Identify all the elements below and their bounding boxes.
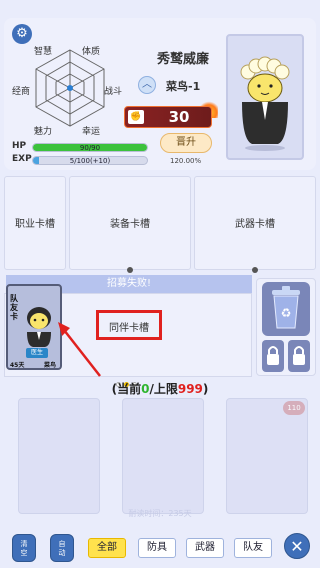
card-count-line: (当前0/上限999) bbox=[0, 380, 320, 397]
weapon-card-slot-label: 武器卡槽 bbox=[235, 219, 275, 230]
job-card-slot[interactable]: 职业卡槽 bbox=[4, 176, 66, 270]
slot-indicator-dot bbox=[127, 267, 133, 273]
rank-chevron-icon: ︿ bbox=[138, 76, 156, 94]
bag-timer-text: 耐读时间：235天 bbox=[128, 509, 192, 518]
svg-text:♻: ♻ bbox=[281, 306, 292, 320]
hp-label: HP bbox=[12, 141, 27, 151]
power-indicator: ✊ 30 bbox=[124, 106, 212, 128]
bag-slot[interactable]: 110 bbox=[226, 398, 308, 514]
close-button[interactable]: ✕ bbox=[284, 533, 310, 559]
power-value: 30 bbox=[168, 108, 190, 126]
clear-button[interactable]: 清空 bbox=[12, 534, 36, 562]
companion-age: 45天 bbox=[10, 362, 25, 369]
filter-all-tab[interactable]: 全部 bbox=[88, 538, 126, 558]
count-separator: /上限 bbox=[149, 382, 178, 396]
close-icon: ✕ bbox=[290, 537, 304, 556]
bag-slot-badge: 110 bbox=[283, 401, 305, 415]
companion-card[interactable]: 队友卡 医生 45天 菜鸟 bbox=[6, 284, 62, 370]
count-prefix: (当前 bbox=[111, 382, 142, 396]
character-avatar-icon bbox=[240, 56, 290, 151]
character-portrait bbox=[226, 34, 304, 160]
stat-luck-label: 幸运 bbox=[82, 127, 101, 137]
count-max: 999 bbox=[177, 382, 203, 396]
companion-role-badge: 医生 bbox=[26, 348, 48, 358]
auto-button[interactable]: 自动 bbox=[50, 534, 74, 562]
exp-value: 5/100(+10) bbox=[69, 157, 111, 165]
locked-slot-2[interactable] bbox=[288, 340, 310, 372]
stat-combat-label: 战斗 bbox=[104, 87, 123, 97]
exp-label: EXP bbox=[12, 154, 32, 164]
bag-slot[interactable] bbox=[122, 398, 204, 514]
bag-slot[interactable] bbox=[18, 398, 100, 514]
fist-icon: ✊ bbox=[128, 110, 144, 124]
filter-weapon-tab[interactable]: 武器 bbox=[186, 538, 224, 558]
hp-bar: 90/90 bbox=[32, 143, 148, 152]
count-suffix: ) bbox=[202, 382, 209, 396]
stat-wisdom-label: 智慧 bbox=[34, 47, 53, 57]
page-indicator bbox=[116, 372, 142, 387]
equipment-card-slot-label: 装备卡槽 bbox=[110, 219, 150, 230]
weapon-card-slot[interactable]: 武器卡槽 bbox=[194, 176, 316, 273]
lock-icon bbox=[293, 346, 305, 365]
companion-rank: 菜鸟 bbox=[44, 362, 57, 369]
character-rank: 菜鸟-1 bbox=[166, 80, 201, 93]
promote-button[interactable]: 晋升 bbox=[160, 133, 212, 153]
lock-icon bbox=[267, 346, 279, 365]
equipment-card-slot[interactable]: 装备卡槽 bbox=[69, 176, 191, 273]
stat-charm-label: 魅力 bbox=[34, 127, 53, 137]
locked-slot-1[interactable] bbox=[262, 340, 284, 372]
recycle-bin-icon: ♻ bbox=[272, 286, 300, 329]
companion-avatar-icon bbox=[27, 307, 51, 347]
filter-armor-tab[interactable]: 防具 bbox=[138, 538, 176, 558]
exp-bar: 5/100(+10) bbox=[32, 156, 148, 165]
job-card-slot-label: 职业卡槽 bbox=[15, 219, 55, 230]
progress-percent: 120.00% bbox=[170, 157, 202, 165]
card-type-label: 队友卡 bbox=[10, 294, 18, 321]
recycle-bin-button[interactable]: ♻ bbox=[262, 282, 310, 336]
stat-diplomacy-label: 经商 bbox=[12, 87, 31, 97]
character-name: 秀鹫威廉 bbox=[156, 52, 209, 67]
slot-indicator-dot bbox=[252, 267, 258, 273]
companion-slot-label: 同伴卡槽 bbox=[109, 323, 149, 334]
auto-button-label: 自动 bbox=[58, 540, 66, 557]
stat-physique-label: 体质 bbox=[82, 47, 101, 57]
clear-button-label: 清空 bbox=[20, 540, 28, 557]
filter-teammate-tab[interactable]: 队友 bbox=[234, 538, 272, 558]
hp-value: 90/90 bbox=[79, 144, 101, 152]
